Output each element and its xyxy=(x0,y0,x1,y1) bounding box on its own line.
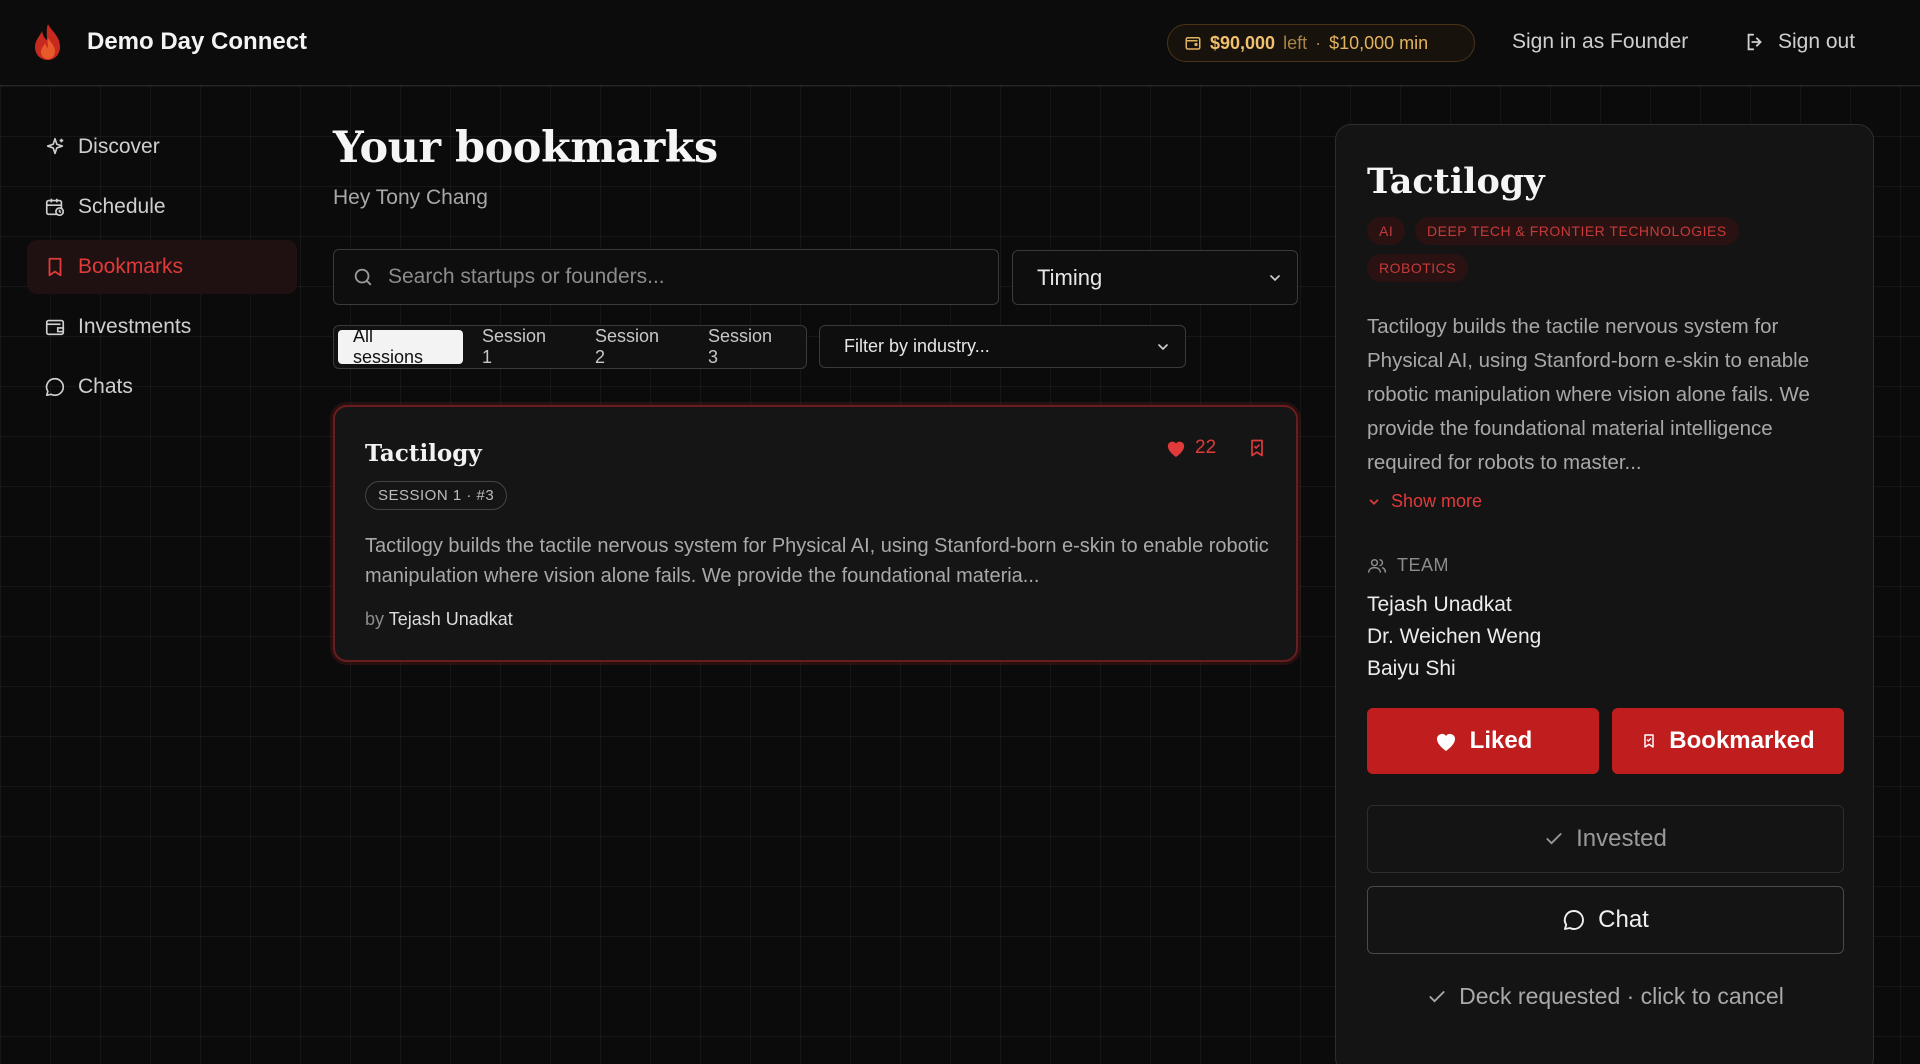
sidebar-item-chats[interactable]: Chats xyxy=(27,360,297,414)
chat-bubble-icon xyxy=(44,376,66,398)
search-input[interactable] xyxy=(388,265,968,289)
chat-label: Chat xyxy=(1598,906,1649,933)
users-icon xyxy=(1367,556,1387,576)
bookmark-check-icon xyxy=(1247,437,1267,459)
industry-select-value: Filter by industry... xyxy=(844,336,990,356)
heart-icon xyxy=(1434,730,1458,752)
budget-left-label: left xyxy=(1283,32,1308,53)
startup-card-founder: by Tejash Unadkat xyxy=(365,609,513,630)
budget-min: $10,000 min xyxy=(1329,32,1429,53)
industry-select[interactable]: Filter by industry... xyxy=(819,325,1186,368)
bookmarked-label: Bookmarked xyxy=(1669,727,1815,754)
team-heading: TEAM xyxy=(1367,555,1449,576)
deck-request-toggle[interactable]: Deck requested · click to cancel xyxy=(1367,983,1844,1010)
top-bar: Demo Day Connect $90,000 left · $10,000 … xyxy=(0,0,1920,86)
chat-button[interactable]: Chat xyxy=(1367,886,1844,954)
startup-card[interactable]: Tactilogy SESSION 1 · #3 22 Tactilogy bu… xyxy=(333,405,1298,662)
sidebar-item-investments[interactable]: Investments xyxy=(27,300,297,354)
session-tab-3[interactable]: Session 3 xyxy=(693,326,802,367)
budget-pill: $90,000 left · $10,000 min xyxy=(1167,24,1475,62)
show-more-button[interactable]: Show more xyxy=(1367,491,1482,512)
wallet-icon xyxy=(44,316,66,338)
team-member: Baiyu Shi xyxy=(1367,657,1456,680)
budget-separator: · xyxy=(1315,32,1322,53)
sidebar-item-label: Discover xyxy=(78,135,160,158)
sidebar-item-label: Schedule xyxy=(78,195,166,218)
search-icon xyxy=(352,266,374,288)
flame-logo-icon[interactable] xyxy=(30,22,66,62)
log-out-icon xyxy=(1744,31,1766,53)
industry-tag: ROBOTICS xyxy=(1367,254,1469,282)
chevron-down-icon xyxy=(1267,270,1283,286)
wallet-icon xyxy=(1184,34,1202,52)
chevron-down-icon xyxy=(1155,339,1171,355)
team-member: Tejash Unadkat xyxy=(1367,593,1512,616)
chevron-down-icon xyxy=(1367,495,1381,509)
detail-title: Tactilogy xyxy=(1367,161,1545,202)
like-counter[interactable]: 22 xyxy=(1165,437,1216,459)
sign-out-button[interactable]: Sign out xyxy=(1744,30,1855,54)
sidebar-item-label: Chats xyxy=(78,375,133,398)
card-bookmark-button[interactable] xyxy=(1247,437,1267,459)
search-box[interactable] xyxy=(333,249,999,305)
team-member: Dr. Weichen Weng xyxy=(1367,625,1542,648)
page-title: Your bookmarks xyxy=(333,123,718,173)
calendar-clock-icon xyxy=(44,196,66,218)
industry-tag: DEEP TECH & FRONTIER TECHNOLOGIES xyxy=(1415,217,1739,245)
bookmarked-button[interactable]: Bookmarked xyxy=(1612,708,1844,774)
bookmark-icon xyxy=(44,256,66,278)
sparkles-icon xyxy=(44,136,66,158)
sidebar-item-label: Bookmarks xyxy=(78,255,184,278)
team-label: TEAM xyxy=(1397,555,1450,575)
founder-prefix: by xyxy=(365,609,385,629)
budget-left-amount: $90,000 xyxy=(1210,32,1276,53)
team-list: Tejash Unadkat Dr. Weichen Weng Baiyu Sh… xyxy=(1367,589,1541,685)
session-tab-1[interactable]: Session 1 xyxy=(467,326,576,367)
liked-label: Liked xyxy=(1469,727,1533,754)
sign-in-founder-link[interactable]: Sign in as Founder xyxy=(1512,30,1688,54)
detail-description: Tactilogy builds the tactile nervous sys… xyxy=(1367,315,1810,474)
like-count: 22 xyxy=(1195,437,1217,458)
liked-button[interactable]: Liked xyxy=(1367,708,1599,774)
timing-select[interactable]: Timing xyxy=(1012,250,1298,305)
startup-card-title: Tactilogy xyxy=(365,440,482,467)
sidebar-item-schedule[interactable]: Schedule xyxy=(27,180,297,234)
check-icon xyxy=(1544,829,1564,849)
invested-label: Invested xyxy=(1576,825,1667,852)
startup-card-description: Tactilogy builds the tactile nervous sys… xyxy=(365,535,1269,587)
invested-button[interactable]: Invested xyxy=(1367,805,1844,873)
sign-out-label: Sign out xyxy=(1778,30,1856,53)
chat-bubble-icon xyxy=(1562,908,1586,932)
greeting: Hey Tony Chang xyxy=(333,186,488,209)
app-title[interactable]: Demo Day Connect xyxy=(87,28,307,56)
bookmark-check-icon xyxy=(1641,732,1657,750)
sidebar: Discover Schedule Bookmarks Investments … xyxy=(27,120,297,420)
session-tab-all[interactable]: All sessions xyxy=(338,326,463,367)
deck-request-label: Deck requested · click to cancel xyxy=(1459,983,1784,1009)
timing-select-value: Timing xyxy=(1037,264,1103,290)
session-badge: SESSION 1 · #3 xyxy=(365,481,508,510)
industry-tag: AI xyxy=(1367,217,1406,245)
session-tab-2[interactable]: Session 2 xyxy=(580,326,689,367)
session-filter: All sessions Session 1 Session 2 Session… xyxy=(333,325,807,369)
heart-icon xyxy=(1165,438,1187,458)
sidebar-item-discover[interactable]: Discover xyxy=(27,120,297,174)
founder-name: Tejash Unadkat xyxy=(388,609,513,629)
show-more-label: Show more xyxy=(1391,491,1483,511)
sidebar-item-bookmarks[interactable]: Bookmarks xyxy=(27,240,297,294)
startup-detail-panel: Tactilogy AI DEEP TECH & FRONTIER TECHNO… xyxy=(1335,124,1874,1064)
check-icon xyxy=(1427,987,1447,1007)
sidebar-item-label: Investments xyxy=(78,315,192,338)
